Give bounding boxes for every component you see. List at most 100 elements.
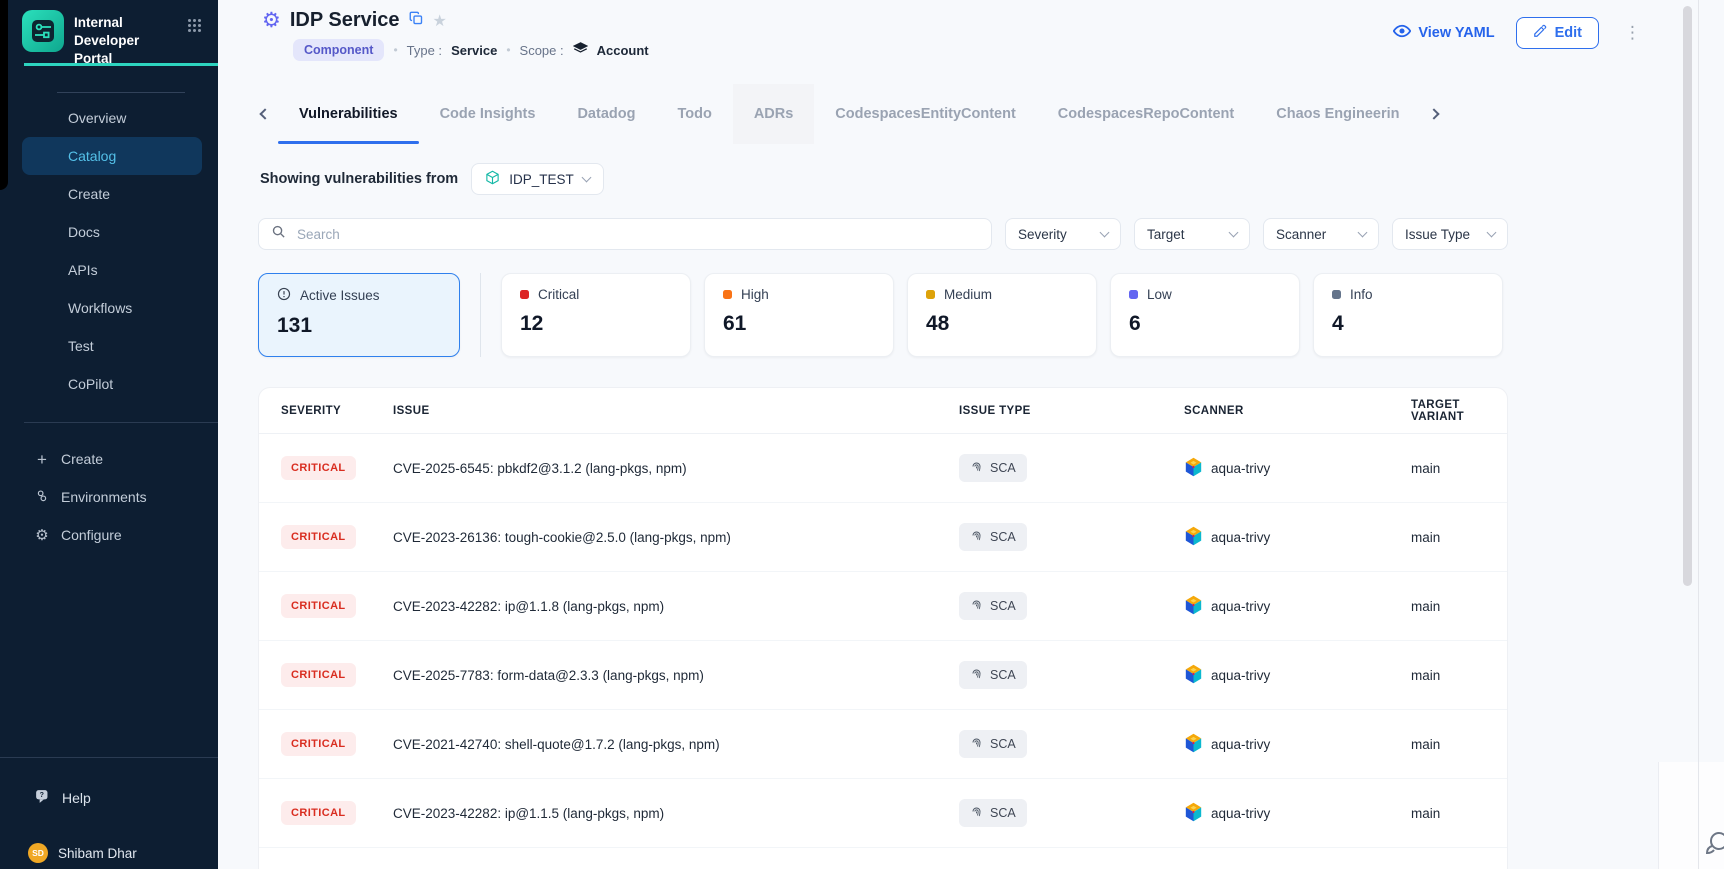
table-row[interactable]: CRITICAL CVE-2021-42740: shell-quote@1.7… xyxy=(259,710,1507,779)
tabs-scroll-right[interactable] xyxy=(1421,84,1447,144)
table-row[interactable]: CRITICAL CVE-2023-42282: ip@1.1.5 (lang-… xyxy=(259,779,1507,848)
avatar: SD xyxy=(28,843,48,863)
edit-label: Edit xyxy=(1555,25,1582,41)
filter-issue-type[interactable]: Issue Type xyxy=(1392,218,1508,250)
app-window: Internal Developer Portal Overview Catal… xyxy=(0,0,1724,869)
target-variant: main xyxy=(1411,668,1507,683)
stat-label: Active Issues xyxy=(300,288,380,303)
stats-row: Active Issues 131 Critical 12 High 61 Me… xyxy=(258,273,1508,357)
issue-text: CVE-2021-42740: shell-quote@1.7.2 (lang-… xyxy=(393,737,959,752)
sidebar-item-docs[interactable]: Docs xyxy=(22,213,202,251)
stat-card-low[interactable]: Low 6 xyxy=(1110,273,1300,357)
filter-scanner[interactable]: Scanner xyxy=(1263,218,1379,250)
feedback-widget-icon[interactable] xyxy=(1699,827,1724,866)
edit-button[interactable]: Edit xyxy=(1516,17,1599,49)
stat-label: Medium xyxy=(944,287,992,302)
col-issue-type: ISSUE TYPE xyxy=(959,405,1184,417)
copy-icon[interactable] xyxy=(409,11,424,31)
sidebar-item-copilot[interactable]: CoPilot xyxy=(22,365,202,403)
stat-card-medium[interactable]: Medium 48 xyxy=(907,273,1097,357)
issue-type-label: SCA xyxy=(990,806,1016,820)
issue-type-label: SCA xyxy=(990,530,1016,544)
chevron-right-icon xyxy=(1428,108,1439,119)
stat-card-critical[interactable]: Critical 12 xyxy=(501,273,691,357)
filter-label: Issue Type xyxy=(1405,227,1470,242)
entity-gear-icon: ⚙ xyxy=(262,10,281,31)
sidebar-item-create[interactable]: Create xyxy=(22,175,202,213)
tab-codespaces-entity-content[interactable]: CodespacesEntityContent xyxy=(814,84,1036,144)
tab-chaos-engineering[interactable]: Chaos Engineerin xyxy=(1255,84,1420,144)
project-select[interactable]: IDP_TEST xyxy=(471,163,604,195)
scanner-cell: aqua-trivy xyxy=(1184,526,1411,549)
tab-adrs[interactable]: ADRs xyxy=(733,84,814,144)
cube-icon xyxy=(485,170,500,188)
col-target-variant: TARGET VARIANT xyxy=(1411,399,1507,423)
sidebar-item-catalog[interactable]: Catalog xyxy=(22,137,202,175)
scanner-name: aqua-trivy xyxy=(1211,599,1270,614)
table-row[interactable]: CRITICAL CVE-2023-42282: ip@1.1.8 (lang-… xyxy=(259,572,1507,641)
stat-value: 48 xyxy=(926,312,1078,336)
help-chat-icon: ? xyxy=(34,788,51,808)
issue-type-pill: SCA xyxy=(959,523,1027,551)
scanner-cell: aqua-trivy xyxy=(1184,457,1411,480)
issue-type-pill: SCA xyxy=(959,730,1027,758)
target-variant: main xyxy=(1411,461,1507,476)
stat-card-active-issues[interactable]: Active Issues 131 xyxy=(258,273,460,357)
sidebar-action-environments[interactable]: Environments xyxy=(0,478,218,516)
scanner-cell: aqua-trivy xyxy=(1184,664,1411,687)
tab-vulnerabilities[interactable]: Vulnerabilities xyxy=(278,84,419,144)
help-button[interactable]: ? Help xyxy=(34,788,91,808)
table-row[interactable]: CRITICAL CVE-2025-7783: form-data@2.3.3 … xyxy=(259,641,1507,710)
tab-datadog[interactable]: Datadog xyxy=(556,84,656,144)
apps-grid-icon[interactable] xyxy=(187,10,202,67)
tab-codespaces-repo-content[interactable]: CodespacesRepoContent xyxy=(1037,84,1255,144)
filter-label: Target xyxy=(1147,227,1185,242)
search-input[interactable] xyxy=(295,226,979,243)
star-icon[interactable]: ★ xyxy=(433,11,447,31)
stat-card-high[interactable]: High 61 xyxy=(704,273,894,357)
filter-label: Scanner xyxy=(1276,227,1326,242)
scanner-name: aqua-trivy xyxy=(1211,461,1270,476)
issue-text: CVE-2023-42282: ip@1.1.8 (lang-pkgs, npm… xyxy=(393,599,959,614)
severity-badge: CRITICAL xyxy=(281,594,356,618)
tab-todo[interactable]: Todo xyxy=(656,84,732,144)
sidebar-item-apis[interactable]: APIs xyxy=(22,251,202,289)
filter-severity[interactable]: Severity xyxy=(1005,218,1121,250)
nav-divider xyxy=(57,92,185,93)
user-menu[interactable]: SD Shibam Dhar xyxy=(28,843,137,863)
sidebar-action-create[interactable]: + Create xyxy=(0,440,218,478)
overflow-menu-icon[interactable]: ⋮ xyxy=(1620,23,1645,43)
stat-label: Low xyxy=(1147,287,1172,302)
issue-type-pill: SCA xyxy=(959,661,1027,689)
filter-target[interactable]: Target xyxy=(1134,218,1250,250)
trivy-logo-icon xyxy=(1184,457,1203,480)
target-variant: main xyxy=(1411,806,1507,821)
low-dot xyxy=(1129,290,1138,299)
col-issue: ISSUE xyxy=(393,405,959,417)
action-label: Create xyxy=(61,451,103,467)
sidebar-action-configure[interactable]: ⚙ Configure xyxy=(0,516,218,554)
issue-type-label: SCA xyxy=(990,599,1016,613)
table-row[interactable]: CRITICAL CVE-2025-6545: pbkdf2@3.1.2 (la… xyxy=(259,434,1507,503)
stat-value: 131 xyxy=(277,314,441,338)
tabs-scroll-left[interactable] xyxy=(252,84,278,144)
showing-label: Showing vulnerabilities from xyxy=(260,171,458,187)
scrollbar-thumb[interactable] xyxy=(1683,6,1692,586)
stat-card-info[interactable]: Info 4 xyxy=(1313,273,1503,357)
severity-badge: CRITICAL xyxy=(281,663,356,687)
table-row[interactable]: CRITICAL CVE-2023-26136: tough-cookie@2.… xyxy=(259,503,1507,572)
chevron-left-icon xyxy=(259,108,270,119)
fingerprint-icon xyxy=(970,805,983,821)
medium-dot xyxy=(926,290,935,299)
fingerprint-icon xyxy=(970,529,983,545)
view-yaml-button[interactable]: View YAML xyxy=(1393,24,1494,42)
target-variant: main xyxy=(1411,737,1507,752)
vulnerability-table: SEVERITY ISSUE ISSUE TYPE SCANNER TARGET… xyxy=(258,387,1508,869)
brand-underline xyxy=(24,63,218,66)
chevron-down-icon xyxy=(581,173,591,183)
sidebar-item-test[interactable]: Test xyxy=(22,327,202,365)
sidebar-item-workflows[interactable]: Workflows xyxy=(22,289,202,327)
sidebar-item-overview[interactable]: Overview xyxy=(22,99,202,137)
tab-code-insights[interactable]: Code Insights xyxy=(419,84,557,144)
trivy-logo-icon xyxy=(1184,802,1203,825)
